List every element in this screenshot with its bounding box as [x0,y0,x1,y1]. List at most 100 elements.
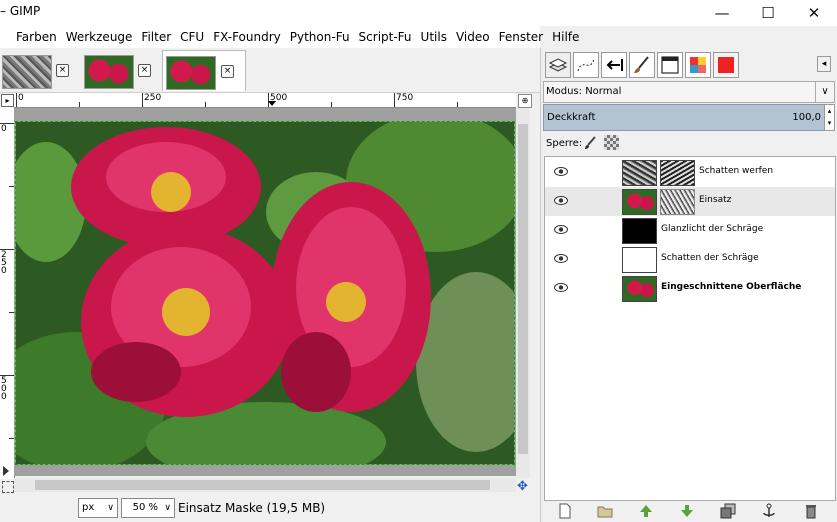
layer-row[interactable]: Eingeschnittene Oberfläche [545,274,835,303]
layer-row-selected[interactable]: Einsatz [545,187,835,216]
close-tab-icon[interactable]: × [221,65,234,78]
new-layer-group-icon[interactable] [597,503,613,519]
peony-photo[interactable] [15,121,515,465]
unit-select[interactable]: px ∨ [78,498,118,518]
image-thumbnail [2,55,52,89]
lower-layer-icon[interactable] [679,503,695,519]
opacity-label: Deckkraft [547,112,596,123]
menu-cfu[interactable]: CFU [179,30,205,44]
chevron-down-icon: ∨ [815,82,834,102]
close-button[interactable]: ✕ [791,0,837,26]
mode-value: Modus: Normal [546,86,622,97]
undo-history-tab-icon[interactable] [601,52,627,78]
paths-tab-icon[interactable] [573,52,599,78]
layer-mask-thumbnail [660,160,695,186]
selection-toggle-icon[interactable] [2,481,14,493]
horizontal-scroll-thumb[interactable] [35,480,490,490]
layer-thumbnail [622,189,657,215]
layer-row[interactable]: Schatten werfen [545,158,835,187]
layer-row[interactable]: Schatten der Schräge [545,245,835,274]
image-thumbnail [84,55,134,89]
layer-thumbnail [622,160,657,186]
lock-label: Sperre: [546,138,583,149]
status-bar: px ∨ 50 % ∨ Einsatz Maske (19,5 MB) [0,494,540,522]
menu-bar: Farben Werkzeuge Filter CFU FX-Foundry P… [0,26,579,48]
image-thumbnail [166,56,216,90]
menu-hilfe[interactable]: Hilfe [551,30,580,44]
ruler-label: 500 [1,376,7,402]
ruler-label: 750 [396,93,414,103]
window-title: – GIMP [0,4,41,18]
eye-icon[interactable] [554,225,568,234]
layer-name[interactable]: Glanzlicht der Schräge [661,224,763,234]
layer-name[interactable]: Einsatz [699,195,731,205]
navigate-icon[interactable]: ✥ [517,479,528,494]
ruler-label: 0 [1,124,7,134]
horizontal-ruler[interactable]: 0 250 500 750 [14,93,516,108]
ruler-label: 250 [144,93,162,103]
layer-row[interactable]: Glanzlicht der Schräge [545,216,835,245]
eye-icon[interactable] [554,283,568,292]
ruler-label: 0 [18,93,24,103]
raise-layer-icon[interactable] [638,503,654,519]
peony-image [16,122,514,464]
delete-layer-icon[interactable] [803,503,819,519]
layer-list[interactable]: Schatten werfen Einsatz Glanzlicht der S… [544,156,836,501]
patterns-tab-icon[interactable] [713,52,739,78]
channels-tab-icon[interactable] [657,52,683,78]
opacity-spinner[interactable]: ▴ ▾ [824,104,835,131]
layers-tab-icon[interactable] [545,52,571,78]
duplicate-layer-icon[interactable] [720,503,736,519]
eye-icon[interactable] [554,167,568,176]
menu-utils[interactable]: Utils [420,30,448,44]
chevron-down-icon: ∨ [107,503,114,513]
opacity-value: 100,0 [792,112,821,123]
layer-thumbnail [622,218,657,244]
lock-alpha-icon[interactable] [604,135,619,150]
anchor-layer-icon[interactable] [761,503,777,519]
title-bar: – GIMP — ☐ ✕ [0,0,837,26]
layer-name[interactable]: Schatten der Schräge [661,253,759,263]
chevron-down-icon: ∨ [164,503,171,513]
eye-icon[interactable] [554,254,568,263]
unit-value: px [82,502,95,513]
new-layer-icon[interactable] [557,503,573,519]
menu-script-fu[interactable]: Script-Fu [358,30,413,44]
ruler-pointer-icon [268,101,276,106]
layer-thumbnail [622,276,657,302]
layer-name[interactable]: Eingeschnittene Oberfläche [661,282,801,292]
vertical-ruler[interactable]: 0 250 500 [0,107,15,479]
vertical-scroll-thumb[interactable] [518,124,528,454]
ruler-label: 250 [1,250,7,276]
menu-farben[interactable]: Farben [15,30,58,44]
quick-mask-icon[interactable] [3,466,9,476]
status-info: Einsatz Maske (19,5 MB) [178,501,326,515]
image-tab-3-active[interactable]: × [162,50,246,91]
zoom-select[interactable]: 50 % ∨ [121,498,175,518]
image-tab-1[interactable]: × [0,52,78,89]
menu-werkzeuge[interactable]: Werkzeuge [65,30,134,44]
minimize-button[interactable]: — [699,0,745,26]
menu-fenster[interactable]: Fenster [498,30,545,44]
palettes-tab-icon[interactable] [685,52,711,78]
menu-fx-foundry[interactable]: FX-Foundry [212,30,282,44]
menu-video[interactable]: Video [455,30,491,44]
opacity-slider[interactable]: Deckkraft 100,0 [543,104,825,131]
maximize-button[interactable]: ☐ [745,0,791,26]
zoom-corner-icon[interactable]: ⊕ [518,94,532,108]
layer-thumbnail [622,247,657,273]
brushes-tab-icon[interactable] [629,52,655,78]
menu-python-fu[interactable]: Python-Fu [289,30,351,44]
layer-name[interactable]: Schatten werfen [699,166,773,176]
image-tab-bar: × × × [0,48,540,93]
menu-filter[interactable]: Filter [140,30,172,44]
close-tab-icon[interactable]: × [138,64,151,77]
close-tab-icon[interactable]: × [56,64,69,77]
ruler-menu-button[interactable]: ▸ [1,94,14,107]
eye-icon[interactable] [554,196,568,205]
image-tab-2[interactable]: × [80,52,160,89]
layer-mask-thumbnail [660,189,695,215]
lock-pixels-icon[interactable] [583,135,598,150]
mode-select[interactable]: Modus: Normal ∨ [543,81,835,103]
dock-menu-icon[interactable]: ◂ [817,56,831,72]
